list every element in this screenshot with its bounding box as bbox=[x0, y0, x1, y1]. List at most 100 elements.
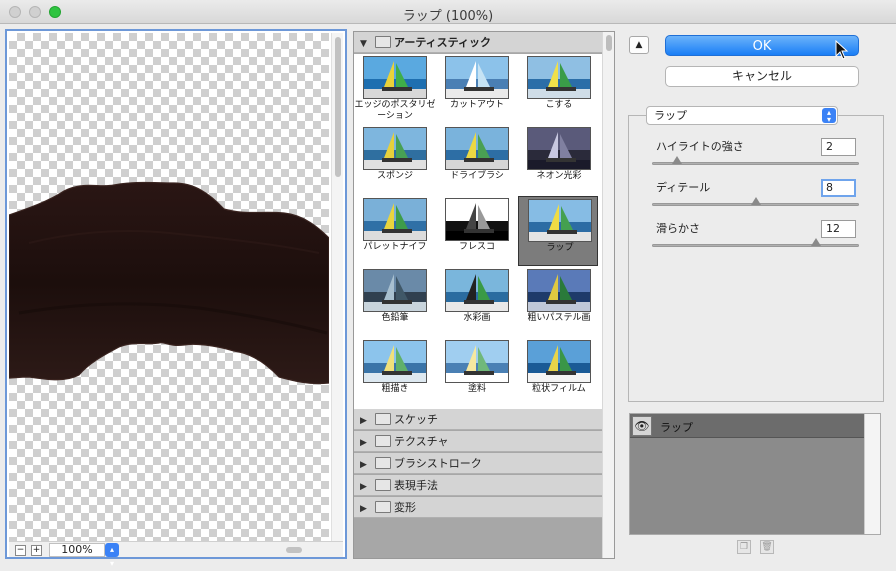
filter-thumbnail bbox=[363, 198, 427, 241]
folder-icon bbox=[375, 501, 391, 513]
folder-icon bbox=[375, 413, 391, 425]
filter-select[interactable]: ラップ ▴ ▾ bbox=[646, 106, 838, 125]
zoom-level-field[interactable]: 100% bbox=[49, 543, 105, 557]
filter-item-label: 色鉛筆 bbox=[381, 313, 409, 323]
filter-item[interactable]: エッジのポスタリゼーション bbox=[354, 54, 436, 124]
filter-item-label: 水彩画 bbox=[463, 313, 491, 323]
effect-layer-name: ラップ bbox=[660, 421, 693, 434]
param-slider[interactable] bbox=[652, 244, 859, 247]
disclosure-closed-icon: ▶ bbox=[360, 460, 367, 470]
filter-item-label: スポンジ bbox=[376, 171, 413, 181]
ok-button[interactable]: OK bbox=[665, 35, 859, 56]
eye-icon[interactable]: 👁 bbox=[632, 416, 652, 436]
trash-icon[interactable]: 🗑 bbox=[760, 540, 774, 554]
slider-thumb[interactable] bbox=[811, 238, 821, 246]
preview-canvas[interactable] bbox=[9, 33, 329, 541]
filter-item[interactable]: 色鉛筆 bbox=[354, 267, 434, 337]
preview-vertical-scrollbar[interactable] bbox=[331, 33, 343, 541]
filter-category[interactable]: ▶ ブラシストローク bbox=[354, 453, 602, 474]
collapse-gallery-button[interactable]: ▲ bbox=[629, 36, 649, 54]
filter-item-label: 粗いパステル画 bbox=[527, 313, 591, 323]
filter-item[interactable]: 粒状フィルム bbox=[518, 338, 598, 408]
param-label: ハイライトの強さ bbox=[656, 140, 744, 153]
filter-item[interactable]: 粗描き bbox=[354, 338, 434, 408]
updown-arrows-icon: ▴ ▾ bbox=[822, 108, 836, 124]
effect-layers-panel: 👁 ラップ bbox=[629, 413, 881, 535]
category-artistic[interactable]: ▼ アーティスティック bbox=[354, 32, 602, 53]
zoom-out-button[interactable]: − bbox=[15, 545, 26, 556]
folder-icon bbox=[375, 435, 391, 447]
updown-arrows-icon[interactable]: ▴ ▾ bbox=[105, 543, 119, 568]
layers-scrollbar[interactable] bbox=[864, 414, 880, 534]
category-label: スケッチ bbox=[394, 413, 438, 426]
filter-item[interactable]: フレスコ bbox=[436, 196, 516, 266]
zoom-in-button[interactable]: + bbox=[31, 545, 42, 556]
param-slider[interactable] bbox=[652, 162, 859, 165]
disclosure-closed-icon: ▶ bbox=[360, 438, 367, 448]
folder-icon bbox=[375, 36, 391, 48]
filter-list-scrollbar[interactable] bbox=[602, 32, 614, 558]
category-label: ブラシストローク bbox=[394, 457, 482, 470]
filter-item-label: ドライブラシ bbox=[450, 171, 504, 181]
filter-item[interactable]: カットアウト bbox=[436, 54, 516, 124]
window-title: ラップ (100%) bbox=[402, 9, 494, 24]
cancel-button[interactable]: キャンセル bbox=[665, 66, 859, 87]
effect-layer-row[interactable]: 👁 ラップ bbox=[630, 414, 865, 438]
wrapped-shape bbox=[9, 181, 329, 385]
filter-thumbnail bbox=[363, 340, 427, 383]
filter-thumbnail bbox=[527, 127, 591, 170]
filter-item[interactable]: こする bbox=[518, 54, 598, 124]
preview-horizontal-scrollbar[interactable] bbox=[249, 545, 339, 555]
slider-thumb[interactable] bbox=[751, 197, 761, 205]
filter-item[interactable]: スポンジ bbox=[354, 125, 434, 195]
filter-item-label: ネオン光彩 bbox=[536, 171, 582, 181]
filter-item[interactable]: ドライブラシ bbox=[436, 125, 516, 195]
disclosure-closed-icon: ▶ bbox=[360, 504, 367, 514]
filter-category[interactable]: ▶ スケッチ bbox=[354, 409, 602, 430]
filter-settings-panel bbox=[628, 115, 884, 402]
filter-thumbnail bbox=[363, 127, 427, 170]
scroll-thumb[interactable] bbox=[335, 37, 341, 177]
filter-thumbnail bbox=[445, 127, 509, 170]
filter-thumbnail bbox=[527, 56, 591, 99]
new-effect-layer-icon[interactable]: ❐ bbox=[737, 540, 751, 554]
filter-thumbnail bbox=[528, 199, 592, 242]
filter-item-label: パレットナイフ bbox=[363, 242, 427, 252]
scroll-thumb[interactable] bbox=[606, 35, 612, 51]
slider-thumb[interactable] bbox=[672, 156, 682, 164]
filter-thumbnail bbox=[445, 340, 509, 383]
filter-item-label: カットアウト bbox=[449, 100, 504, 110]
category-label: 変形 bbox=[394, 501, 416, 514]
zoom-bar: − + 100% ▴ ▾ bbox=[9, 541, 343, 568]
param-value-field[interactable]: 8 bbox=[821, 179, 856, 197]
param-value-field[interactable]: 12 bbox=[821, 220, 856, 238]
filter-select-value: ラップ bbox=[654, 109, 687, 122]
filter-category[interactable]: ▶ 変形 bbox=[354, 497, 602, 518]
filter-thumbnail bbox=[445, 56, 509, 99]
filter-thumbnail bbox=[445, 269, 509, 312]
filter-thumbnails: エッジのポスタリゼーション カットアウト こするスポンジ ドライブラシ ネオン光彩パレッ… bbox=[354, 54, 602, 409]
category-label: アーティスティック bbox=[394, 36, 492, 49]
filter-item[interactable]: 水彩画 bbox=[436, 267, 516, 337]
filter-item[interactable]: ネオン光彩 bbox=[518, 125, 598, 195]
filter-item[interactable]: ラップ bbox=[518, 196, 598, 266]
filter-category[interactable]: ▶ テクスチャ bbox=[354, 431, 602, 452]
filter-item[interactable]: パレットナイフ bbox=[354, 196, 434, 266]
param-value-field[interactable]: 2 bbox=[821, 138, 856, 156]
filter-item-label: 粗描き bbox=[381, 384, 409, 394]
mouse-cursor-icon bbox=[835, 40, 849, 60]
param-label: 滑らかさ bbox=[656, 222, 700, 235]
folder-icon bbox=[375, 457, 391, 469]
preview-pane[interactable]: − + 100% ▴ ▾ bbox=[5, 29, 347, 568]
filter-item-label: 粒状フィルム bbox=[532, 384, 586, 394]
filter-category[interactable]: ▶ 表現手法 bbox=[354, 475, 602, 496]
title-bar: ラップ (100%) bbox=[0, 0, 896, 24]
filter-thumbnail bbox=[527, 340, 591, 383]
filter-item-label: ラップ bbox=[546, 243, 574, 253]
folder-icon bbox=[375, 479, 391, 491]
filter-thumbnail bbox=[445, 198, 509, 241]
scroll-thumb[interactable] bbox=[286, 547, 302, 553]
filter-item-label: フレスコ bbox=[458, 242, 495, 252]
filter-item[interactable]: 塗料 bbox=[436, 338, 516, 408]
filter-item[interactable]: 粗いパステル画 bbox=[518, 267, 598, 337]
